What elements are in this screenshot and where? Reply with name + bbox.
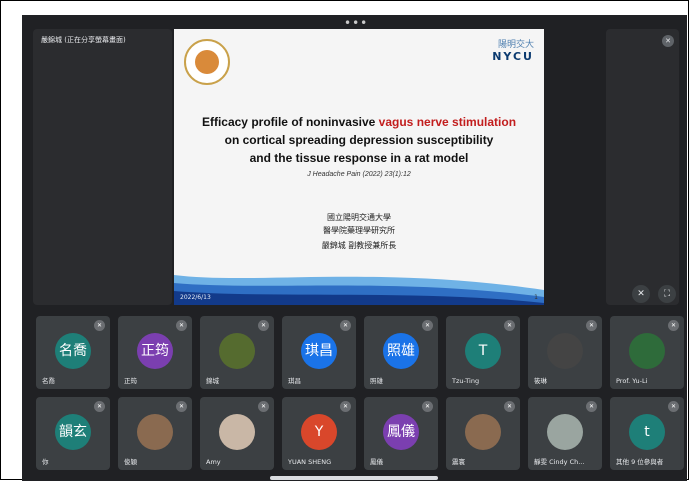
participant-name: 筱琳 bbox=[534, 377, 547, 385]
more-options-dots-icon[interactable]: ••• bbox=[344, 17, 368, 29]
participant-tile[interactable]: ✕ Y YUAN SHENG bbox=[282, 397, 356, 470]
participant-name: 靜雯 Cindy Ch... bbox=[534, 458, 585, 466]
slide-affiliation-1: 國立陽明交通大學 bbox=[327, 213, 391, 222]
participant-tile[interactable]: ✕ 韻玄你 bbox=[36, 397, 110, 470]
participant-tile[interactable]: ✕ 鳳儀 鳳儀 bbox=[364, 397, 438, 470]
mic-off-icon: ✕ bbox=[422, 401, 433, 412]
slide-logo-text-cn: 陽明交大 bbox=[497, 40, 534, 50]
participant-tile[interactable]: ✕ t 其他 9 位參與者 bbox=[610, 397, 684, 470]
participant-avatar: T bbox=[465, 333, 501, 369]
participant-name: 震寰 bbox=[452, 458, 465, 466]
participant-name: 錦城 bbox=[206, 377, 219, 385]
presentation-slide: 陽明交大 NYCU Efficacy profile of noninvasiv… bbox=[174, 29, 544, 305]
participant-name: 鳳儀 bbox=[370, 458, 383, 466]
mic-off-icon: ✕ bbox=[668, 320, 679, 331]
participant-photo bbox=[219, 333, 255, 369]
participant-name: 其他 9 位參與者 bbox=[616, 458, 664, 466]
participant-tile[interactable]: ✕ 琪昌 琪昌 bbox=[282, 316, 356, 389]
slide-title-highlight: vagus nerve stimulation bbox=[378, 115, 517, 129]
participant-photo bbox=[547, 333, 583, 369]
slide-date: 2022/6/13 bbox=[180, 294, 211, 301]
mic-off-icon: ✕ bbox=[176, 320, 187, 331]
participant-name: 照雄 bbox=[370, 377, 383, 385]
university-seal-icon bbox=[184, 39, 230, 85]
participant-avatar: 照雄 bbox=[383, 333, 419, 369]
screenshot-frame: ••• 嚴錦城 (正在分享螢幕畫面) 陽明交大 NYCU Efficacy pr… bbox=[0, 0, 689, 481]
slide-title-part: Efficacy profile of noninvasive bbox=[201, 115, 379, 129]
mic-off-icon: ✕ bbox=[94, 320, 105, 331]
slide-title-line1: Efficacy profile of noninvasive vagus ne… bbox=[174, 115, 544, 129]
participant-tile[interactable]: ✕ 俊穎 bbox=[118, 397, 192, 470]
participant-name: Prof. Yu-Li bbox=[616, 377, 648, 385]
self-view-tile[interactable]: ✕ bbox=[606, 29, 679, 305]
participant-tile[interactable]: ✕ 震寰 bbox=[446, 397, 520, 470]
participant-avatar: t bbox=[629, 414, 665, 450]
participant-photo bbox=[547, 414, 583, 450]
participant-photo bbox=[137, 414, 173, 450]
participant-avatar: Y bbox=[301, 414, 337, 450]
participant-name: 琪昌 bbox=[288, 377, 301, 385]
slide-wave-decoration bbox=[174, 275, 544, 305]
presenter-name: 嚴錦城 (正在分享螢幕畫面) bbox=[41, 36, 126, 44]
screen-share-view: 陽明交大 NYCU Efficacy profile of noninvasiv… bbox=[174, 29, 544, 305]
presenter-tile[interactable]: 嚴錦城 (正在分享螢幕畫面) bbox=[33, 29, 172, 305]
slide-page-number: 1 bbox=[534, 294, 538, 301]
participant-photo bbox=[465, 414, 501, 450]
mic-off-icon: ✕ bbox=[586, 401, 597, 412]
slide-affiliation-2: 醫學院藥理學研究所 bbox=[323, 226, 395, 235]
participant-name: Amy bbox=[206, 458, 221, 466]
participant-tile[interactable]: ✕ 靜雯 Cindy Ch... bbox=[528, 397, 602, 470]
participant-avatar: 琪昌 bbox=[301, 333, 337, 369]
mic-off-icon: ✕ bbox=[258, 320, 269, 331]
participant-name: YUAN SHENG bbox=[288, 458, 332, 466]
mic-off-icon: ✕ bbox=[94, 401, 105, 412]
mic-off-icon: ✕ bbox=[340, 320, 351, 331]
mic-off-icon: ✕ bbox=[422, 320, 433, 331]
participant-avatar: 鳳儀 bbox=[383, 414, 419, 450]
participant-avatar: 正筠 bbox=[137, 333, 173, 369]
slide-citation: J Headache Pain (2022) 23(1):12 bbox=[307, 171, 411, 178]
participant-avatar: 名喬 bbox=[55, 333, 91, 369]
participant-tile[interactable]: ✕ Prof. Yu-Li bbox=[610, 316, 684, 389]
participant-tile[interactable]: ✕ 筱琳 bbox=[528, 316, 602, 389]
mic-off-icon: ✕ bbox=[258, 401, 269, 412]
slide-title-line2: on cortical spreading depression suscept… bbox=[224, 133, 494, 147]
participant-name: 俊穎 bbox=[124, 458, 137, 466]
mic-off-icon: ✕ bbox=[504, 320, 515, 331]
meeting-window: ••• 嚴錦城 (正在分享螢幕畫面) 陽明交大 NYCU Efficacy pr… bbox=[22, 15, 687, 481]
participant-name: 名喬 bbox=[42, 377, 55, 385]
participant-tile[interactable]: ✕ T Tzu-Ting bbox=[446, 316, 520, 389]
unpin-icon[interactable]: ✕ bbox=[632, 285, 650, 303]
participant-tile[interactable]: ✕ Amy bbox=[200, 397, 274, 470]
mic-off-icon: ✕ bbox=[668, 401, 679, 412]
participant-photo bbox=[219, 414, 255, 450]
slide-logo-text: NYCU bbox=[492, 50, 534, 63]
home-indicator-bar bbox=[270, 476, 438, 480]
participant-name: 正筠 bbox=[124, 377, 137, 385]
participant-photo bbox=[629, 333, 665, 369]
mic-off-icon: ✕ bbox=[176, 401, 187, 412]
fullscreen-icon[interactable]: ⛶ bbox=[658, 285, 676, 303]
mic-off-icon: ✕ bbox=[662, 35, 674, 47]
participant-tile[interactable]: ✕ 照雄 照雄 bbox=[364, 316, 438, 389]
participant-tile[interactable]: ✕ 錦城 bbox=[200, 316, 274, 389]
participant-tile[interactable]: ✕ 正筠 正筠 bbox=[118, 316, 192, 389]
slide-title-line3: and the tissue response in a rat model bbox=[249, 151, 469, 165]
mic-off-icon: ✕ bbox=[340, 401, 351, 412]
mic-off-icon: ✕ bbox=[586, 320, 597, 331]
participant-name: 你 bbox=[42, 458, 49, 466]
participant-name: Tzu-Ting bbox=[452, 377, 480, 385]
participant-tile[interactable]: ✕ 名喬 名喬 bbox=[36, 316, 110, 389]
mic-off-icon: ✕ bbox=[504, 401, 515, 412]
participant-avatar: 韻玄 bbox=[55, 414, 91, 450]
